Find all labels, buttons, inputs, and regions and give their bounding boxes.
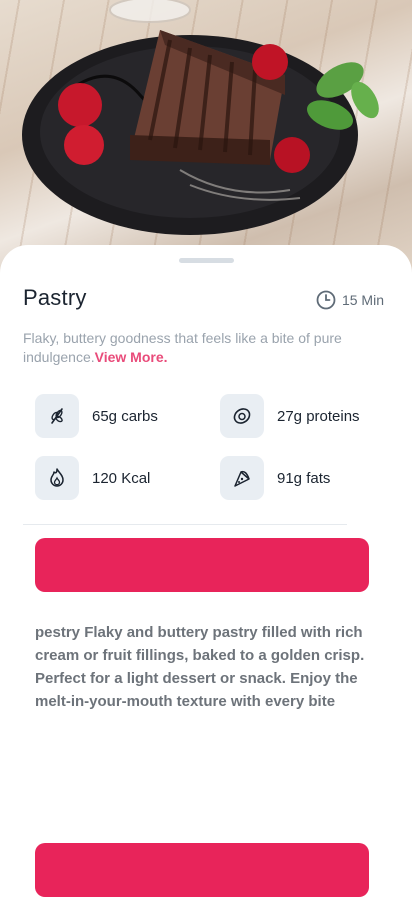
cook-time: 15 Min (316, 290, 384, 310)
nutrition-item-kcal: 120 Kcal (35, 456, 150, 500)
flame-icon (35, 456, 79, 500)
drag-handle[interactable] (179, 258, 234, 263)
short-description-text: Flaky, buttery goodness that feels like … (23, 330, 342, 365)
avocado-icon (220, 394, 264, 438)
nutrition-label: 65g carbs (92, 407, 158, 425)
section-divider (23, 524, 347, 525)
view-more-link[interactable]: View More. (95, 349, 168, 365)
recipe-title: Pastry (23, 285, 87, 310)
nutrition-label: 120 Kcal (92, 469, 151, 487)
clock-icon (316, 290, 336, 310)
short-description: Flaky, buttery goodness that feels like … (23, 329, 353, 367)
cook-time-label: 15 Min (341, 292, 384, 308)
nutrition-label: 27g proteins (277, 407, 360, 425)
primary-action-button[interactable] (35, 538, 369, 592)
nutrition-item-fats: 91g fats (220, 456, 330, 500)
nutrition-item-carbs: 65g carbs (35, 394, 158, 438)
nutrition-item-proteins: 27g proteins (220, 394, 360, 438)
nutrition-label: 91g fats (277, 469, 331, 487)
pizza-slice-icon (220, 456, 264, 500)
recipe-sheet: Pastry 15 Min Flaky, buttery goodness th… (0, 245, 412, 923)
bottom-action-button[interactable] (35, 843, 369, 897)
long-description: pestry Flaky and buttery pastry filled w… (35, 624, 365, 710)
nutrition-grid: 65g carbs 27g proteins 120 Kcal 91g fats (35, 394, 380, 506)
wheat-icon (35, 394, 79, 438)
